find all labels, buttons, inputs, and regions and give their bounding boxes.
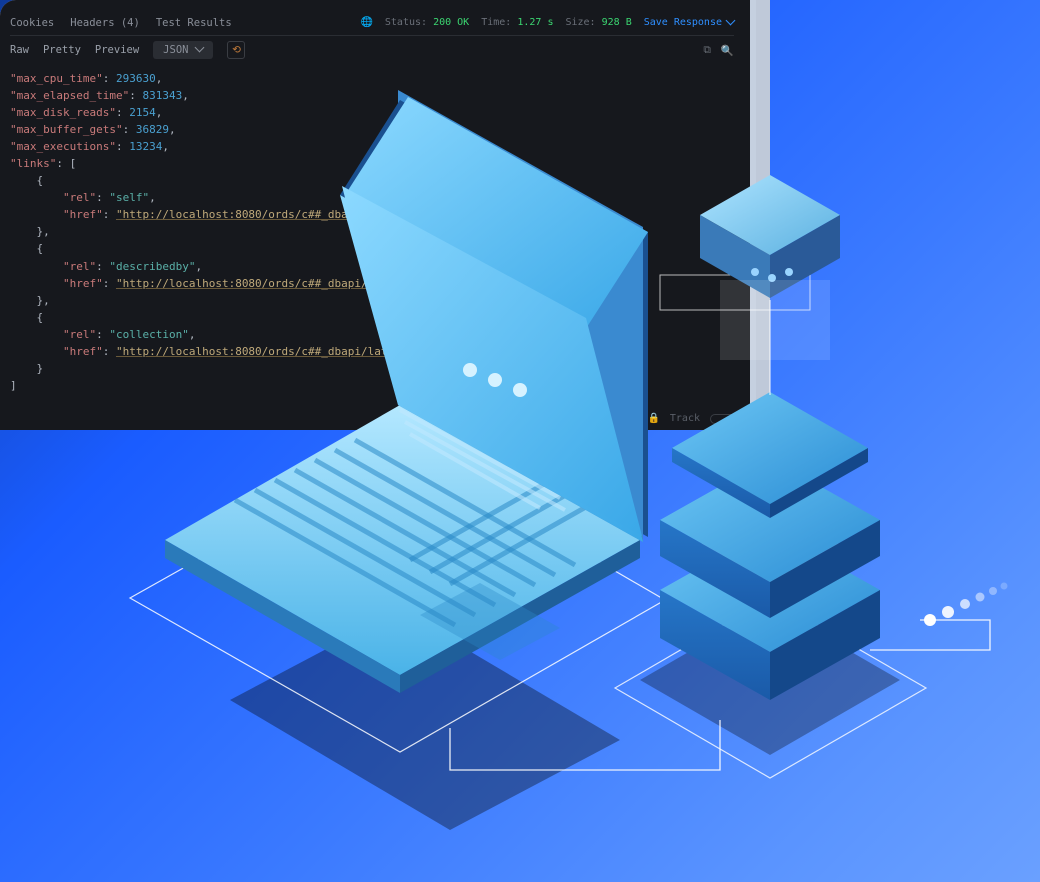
- chevron-down-icon: [194, 44, 203, 56]
- panel-footer: 🔒 Track: [647, 413, 736, 424]
- lock-icon: 🔒: [647, 413, 659, 424]
- marketing-illustration: Cookies Headers (4) Test Results 🌐 Statu…: [0, 0, 1040, 882]
- tab-test-results[interactable]: Test Results: [156, 17, 232, 29]
- laptop-shadow: [230, 610, 620, 830]
- laptop-base: [165, 405, 640, 693]
- format-json-label: JSON: [163, 44, 188, 56]
- tab-headers[interactable]: Headers (4): [70, 17, 140, 29]
- server-stack: [615, 392, 926, 778]
- status-label: Status:: [385, 17, 427, 28]
- subtab-preview[interactable]: Preview: [95, 44, 139, 56]
- json-response-body: "max_cpu_time": 293630, "max_elapsed_tim…: [10, 70, 734, 394]
- panel-tabs-bar: Cookies Headers (4) Test Results 🌐 Statu…: [10, 10, 734, 36]
- tab-cookies[interactable]: Cookies: [10, 17, 54, 29]
- size-value: 928 B: [602, 17, 632, 28]
- subtab-raw[interactable]: Raw: [10, 44, 29, 56]
- wrap-lines-button[interactable]: ⟲: [227, 41, 245, 59]
- api-response-panel: Cookies Headers (4) Test Results 🌐 Statu…: [0, 0, 750, 430]
- size-label: Size:: [565, 17, 595, 28]
- time-label: Time:: [481, 17, 511, 28]
- status-value: 200 OK: [433, 17, 469, 28]
- data-flow-dots: [924, 583, 1008, 627]
- panel-subtabs-bar: Raw Pretty Preview JSON ⟲ ⧉ 🔍: [10, 36, 734, 64]
- search-icon[interactable]: 🔍: [721, 44, 734, 57]
- footer-track-label: Track: [670, 413, 700, 424]
- connection-lines: [450, 620, 990, 770]
- copy-icon[interactable]: ⧉: [703, 44, 711, 57]
- globe-icon: 🌐: [360, 17, 372, 28]
- time-value: 1.27 s: [517, 17, 553, 28]
- subtab-pretty[interactable]: Pretty: [43, 44, 81, 56]
- progress-chip: [710, 414, 736, 424]
- format-json-select[interactable]: JSON: [153, 41, 213, 59]
- save-response-button[interactable]: Save Response: [644, 17, 734, 28]
- laptop-wire-platform: [130, 446, 665, 752]
